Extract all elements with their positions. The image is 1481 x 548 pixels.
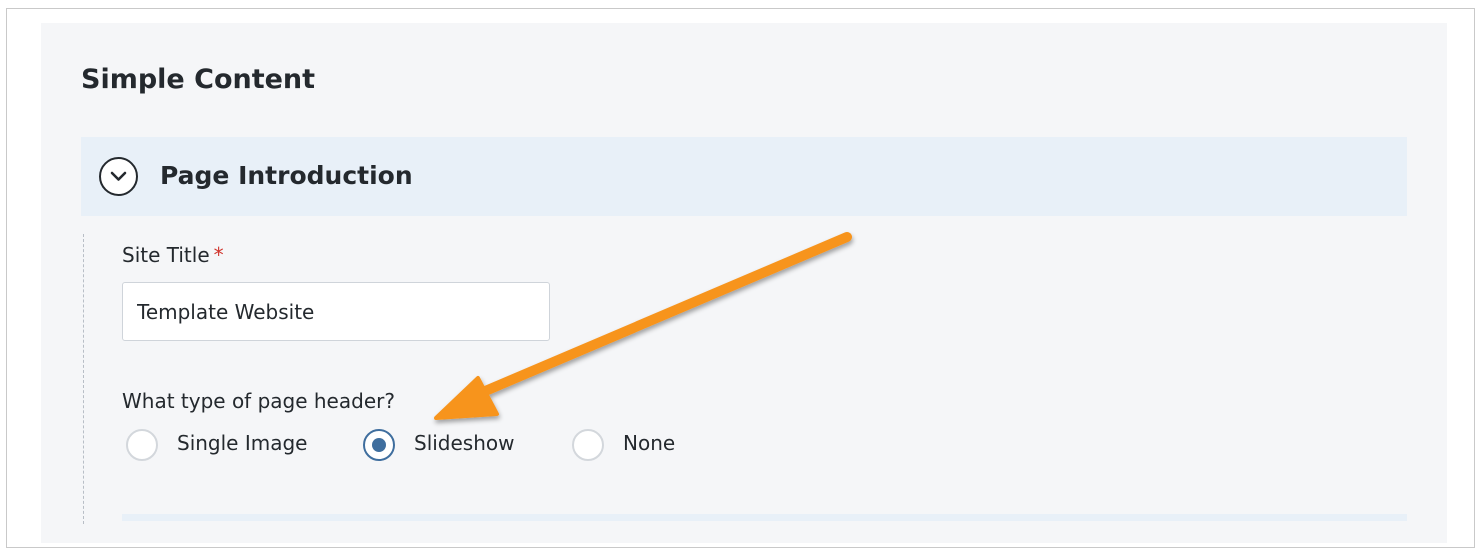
site-title-input[interactable]	[122, 282, 550, 341]
radio-none-circle[interactable]	[572, 429, 604, 461]
accordion-page-introduction[interactable]: Page Introduction	[81, 137, 1407, 216]
site-title-label-text: Site Title	[122, 243, 210, 267]
next-section-header-edge	[122, 514, 1407, 521]
required-marker: *	[213, 243, 224, 267]
nesting-guide-line	[83, 234, 84, 524]
accordion-label: Page Introduction	[160, 161, 413, 190]
radio-slideshow-circle[interactable]	[363, 429, 395, 461]
radio-single-image[interactable]: Single Image	[126, 426, 326, 464]
radio-slideshow-label: Slideshow	[414, 431, 515, 455]
radio-none-label: None	[623, 431, 676, 455]
chevron-down-icon[interactable]	[99, 157, 138, 196]
site-title-label: Site Title *	[122, 240, 224, 270]
section-title: Simple Content	[81, 64, 316, 95]
page-header-question: What type of page header?	[122, 389, 395, 413]
radio-single-image-circle[interactable]	[126, 429, 158, 461]
radio-selected-dot	[372, 438, 386, 452]
radio-slideshow[interactable]: Slideshow	[363, 426, 533, 464]
radio-none[interactable]: None	[572, 426, 692, 464]
radio-single-image-label: Single Image	[177, 431, 308, 455]
